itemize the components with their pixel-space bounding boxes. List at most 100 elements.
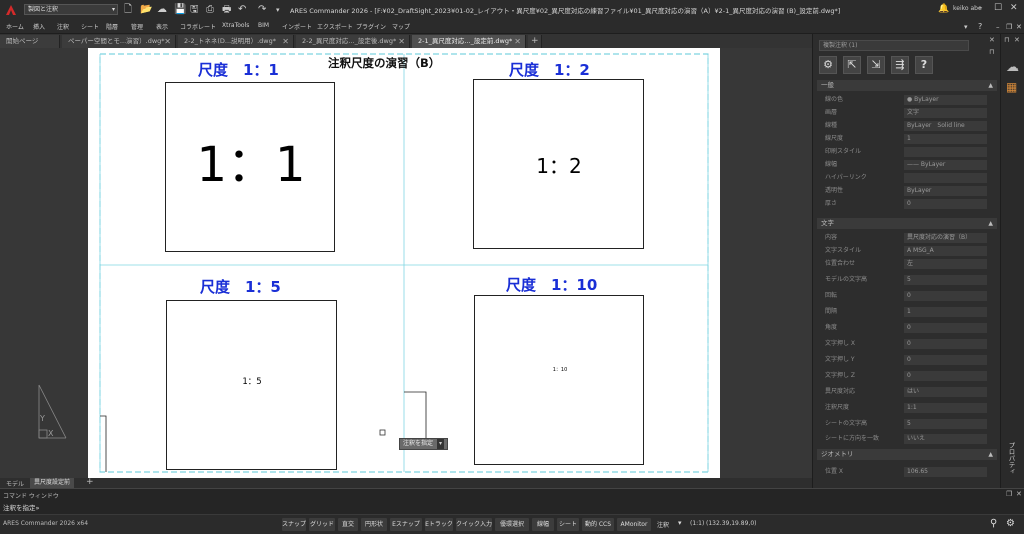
close-tab-icon[interactable]: ✕ (514, 35, 521, 48)
cloud-open-icon[interactable]: ☁ (157, 4, 167, 16)
maximize-icon[interactable]: ☐ (994, 2, 1002, 14)
command-window-close-icon[interactable]: ✕ (1016, 490, 1022, 498)
quick-select-icon[interactable]: ⚙ (819, 56, 837, 74)
filter-icon[interactable]: ⇶ (891, 56, 909, 74)
ribbon-tab-map[interactable]: マップ (392, 22, 410, 31)
section-general[interactable]: 一般 ▲ (817, 80, 997, 91)
prop-row[interactable]: 画層 文字 (819, 107, 995, 119)
new-file-icon[interactable]: 🗋 (124, 4, 132, 16)
scale-text-1-10[interactable]: 1：10 (475, 367, 645, 374)
polar-toggle[interactable]: 円形状 (361, 518, 387, 531)
close-icon[interactable]: ✕ (1010, 2, 1018, 14)
drawing-canvas[interactable]: 注釈尺度の演習（B） 尺度 1：1 1：1 尺度 1：2 1：2 尺度 1：5 … (0, 48, 812, 478)
viewport-box-1-1[interactable]: 1：1 (165, 82, 335, 252)
prop-value[interactable]: ByLayer Solid line (904, 121, 987, 131)
viewport-box-1-10[interactable]: 1：10 (474, 295, 644, 465)
prop-row[interactable]: 位置合わせ 左 (819, 258, 995, 270)
paper-sheet[interactable]: 注釈尺度の演習（B） 尺度 1：1 1：1 尺度 1：2 1：2 尺度 1：5 … (88, 48, 720, 478)
doc-tab[interactable]: 2-2_異尺度対応..._設定後.dwg* ✕ (296, 35, 410, 48)
prop-row[interactable]: 厚さ 0 (819, 198, 995, 210)
prop-value[interactable]: A MSG_A (904, 246, 987, 256)
prop-value[interactable]: 0 (904, 339, 987, 349)
prop-row[interactable]: 線の色 ● ByLayer (819, 94, 995, 106)
cloud-icon[interactable]: ☁ (1006, 60, 1019, 75)
save-as-icon[interactable]: 🖫 (190, 4, 199, 16)
doc-tab-start[interactable]: 開始ページ (0, 35, 60, 48)
ortho-toggle[interactable]: 直交 (338, 518, 358, 531)
close-tab-icon[interactable]: ✕ (282, 35, 289, 48)
notification-bell-icon[interactable]: 🔔 (938, 3, 949, 15)
prop-value[interactable]: 5 (904, 419, 987, 429)
ribbon-restore-icon[interactable]: ❐ (1006, 21, 1012, 33)
panel-pin-icon[interactable]: ⊓ (989, 48, 994, 56)
prop-value[interactable]: 左 (904, 259, 987, 269)
ribbon-tab-view[interactable]: 表示 (156, 22, 168, 31)
doc-tab-active[interactable]: 2-1_異尺度対応..._設定前.dwg* ✕ (412, 35, 526, 48)
annotation-scale-dropdown-icon[interactable]: ▾ (678, 519, 682, 527)
prop-row[interactable]: 印刷スタイル (819, 146, 995, 158)
esnap-toggle[interactable]: Eスナップ (390, 518, 422, 531)
prop-value[interactable]: 0 (904, 371, 987, 381)
prop-row[interactable]: 間隔 1 (819, 306, 995, 318)
prop-row[interactable]: 文字押し Z 0 (819, 370, 995, 382)
properties-palette-icon[interactable]: ▦ (1006, 80, 1017, 94)
scale-text-1-2[interactable]: 1：2 (474, 154, 644, 178)
prop-value[interactable]: はい (904, 387, 987, 397)
scale-text-1-1[interactable]: 1：1 (166, 139, 336, 191)
prop-value[interactable]: 1 (904, 307, 987, 317)
prop-row[interactable]: ハイパーリンク (819, 172, 995, 184)
location-pin-icon[interactable]: ⚲ (990, 518, 997, 529)
prop-row[interactable]: 異尺度対応 はい (819, 386, 995, 398)
prop-row[interactable]: シートに方向を一致 いいえ (819, 433, 995, 445)
quick-input-toggle[interactable]: クイック入力 (456, 518, 492, 531)
command-prompt[interactable]: 注釈を指定» (3, 502, 39, 512)
dynamic-ccs-toggle[interactable]: 動的 CCS (582, 518, 614, 531)
prop-row[interactable]: 角度 0 (819, 322, 995, 334)
prop-value[interactable]: 0 (904, 355, 987, 365)
command-window-restore-icon[interactable]: ❐ (1006, 490, 1012, 498)
sidebar-pin-icon[interactable]: ⊓ (1004, 36, 1009, 44)
open-folder-icon[interactable]: 📂 (140, 4, 152, 16)
section-text[interactable]: 文字 ▲ (817, 218, 997, 229)
prop-row[interactable]: 線種 ByLayer Solid line (819, 120, 995, 132)
lineweight-toggle[interactable]: 線幅 (532, 518, 554, 531)
sheet-tab-active[interactable]: 異尺度設定前 (30, 478, 75, 488)
scale-title-1-2[interactable]: 尺度 1：2 (509, 59, 590, 80)
prop-row[interactable]: 内容 異尺度対応の演習（B） (819, 232, 995, 244)
prop-value[interactable]: 文字 (904, 108, 987, 118)
add-sheet-icon[interactable]: + (86, 477, 94, 487)
selection-dropdown[interactable]: 複製注釈 (1) (819, 40, 969, 51)
properties-help-icon[interactable]: ? (915, 56, 933, 74)
toggle-pickadd-icon[interactable]: ⇲ (867, 56, 885, 74)
scale-title-1-10[interactable]: 尺度 1：10 (506, 274, 597, 295)
quick-access-menu-icon[interactable]: ▾ (276, 4, 280, 16)
ribbon-options-icon[interactable]: ▾ (964, 21, 968, 33)
prop-row[interactable]: 文字押し Y 0 (819, 354, 995, 366)
prop-row[interactable]: 文字押し X 0 (819, 338, 995, 350)
prop-row[interactable]: 位置 X 106.65 (819, 466, 995, 478)
ribbon-tab-manage[interactable]: 管理 (131, 22, 143, 31)
prop-value[interactable] (904, 173, 987, 183)
ribbon-close-icon[interactable]: ✕ (1016, 21, 1022, 33)
ribbon-tab-home[interactable]: ホーム (6, 22, 24, 31)
close-tab-icon[interactable]: ✕ (398, 35, 405, 48)
select-objects-icon[interactable]: ⇱ (843, 56, 861, 74)
prop-value[interactable]: 異尺度対応の演習（B） (904, 233, 987, 243)
print-icon[interactable]: 🖶 (222, 4, 231, 16)
export-pdf-icon[interactable]: ⎙ (206, 4, 214, 16)
scale-title-1-5[interactable]: 尺度 1：5 (200, 276, 281, 297)
sheet-toggle[interactable]: シート (557, 518, 579, 531)
new-tab-button[interactable]: + (528, 35, 542, 48)
prop-row[interactable]: 透明性 ByLayer (819, 185, 995, 197)
prop-value[interactable]: 106.65 (904, 467, 987, 477)
close-tab-icon[interactable]: ✕ (164, 35, 171, 48)
ribbon-tab-sheet[interactable]: シート (81, 22, 99, 31)
prop-value[interactable]: ● ByLayer (904, 95, 987, 105)
help-icon[interactable]: ? (978, 21, 982, 33)
viewport-box-1-2[interactable]: 1：2 (473, 79, 644, 249)
prop-value[interactable]: 0 (904, 199, 987, 209)
prop-row[interactable]: 線幅 —— ByLayer (819, 159, 995, 171)
ribbon-tab-export[interactable]: エクスポート (317, 22, 353, 31)
ribbon-tab-bim[interactable]: BIM (258, 22, 269, 29)
ribbon-tab-collaborate[interactable]: コラボレート (180, 22, 216, 31)
